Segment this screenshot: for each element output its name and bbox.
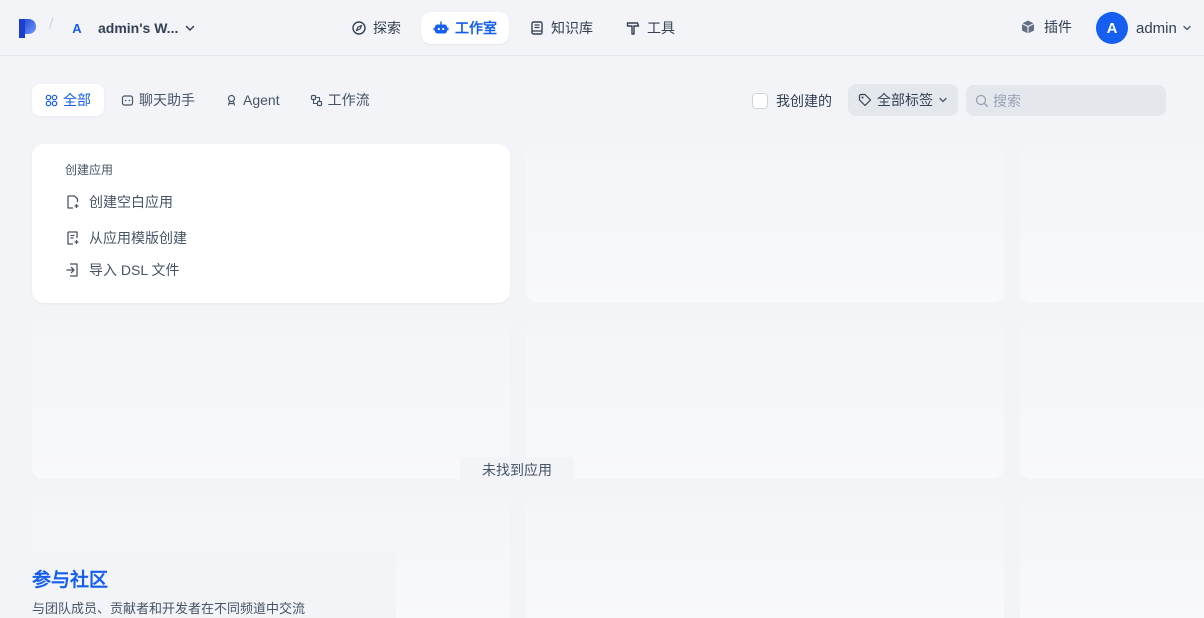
created-by-me-checkbox[interactable] xyxy=(752,93,768,109)
create-app-title: 创建应用 xyxy=(65,163,114,177)
cube-icon xyxy=(1020,19,1036,35)
tag-filter-dropdown[interactable]: 全部标签 xyxy=(848,84,958,116)
nav-label: 工作室 xyxy=(455,20,497,36)
created-by-me-filter[interactable]: 我创建的 xyxy=(752,91,832,111)
tag-icon xyxy=(858,93,872,107)
nav-label: 探索 xyxy=(373,20,401,36)
compass-icon xyxy=(351,20,367,36)
user-name: admin xyxy=(1136,19,1177,37)
create-item-label: 导入 DSL 文件 xyxy=(89,262,180,278)
plugins-button[interactable]: 插件 xyxy=(1020,17,1072,37)
placeholder-card xyxy=(32,320,510,479)
create-item-label: 创建空白应用 xyxy=(89,194,173,210)
workspace-name: admin's W... xyxy=(98,20,179,36)
tab-label: Agent xyxy=(243,92,280,108)
community-description: 与团队成员、贡献者和开发者在不同频道中交流 xyxy=(32,601,306,616)
plugins-label: 插件 xyxy=(1044,19,1072,35)
tab-label: 工作流 xyxy=(327,92,370,108)
nav-label: 工具 xyxy=(647,20,675,36)
chevron-down-icon xyxy=(938,95,948,105)
placeholder-card xyxy=(526,320,1004,479)
grid-icon xyxy=(45,94,58,107)
search-icon xyxy=(975,94,989,108)
user-menu[interactable]: A admin xyxy=(1096,12,1192,44)
search-box xyxy=(966,85,1166,116)
tag-filter-label: 全部标签 xyxy=(877,92,933,108)
placeholder-card xyxy=(1020,496,1204,618)
workflow-icon xyxy=(310,94,323,107)
chevron-down-icon xyxy=(184,22,196,34)
robot-icon xyxy=(433,20,449,36)
tab-chat-assistant[interactable]: 聊天助手 xyxy=(108,84,208,116)
tab-workflow[interactable]: 工作流 xyxy=(297,84,383,116)
import-dsl-button[interactable]: 导入 DSL 文件 xyxy=(65,258,510,282)
tab-label: 全部 xyxy=(63,92,91,108)
breadcrumb-separator: / xyxy=(49,16,54,33)
create-item-label: 从应用模版创建 xyxy=(89,230,187,246)
main-nav: 探索 工作室 知识库 工具 xyxy=(339,12,687,44)
nav-explore[interactable]: 探索 xyxy=(339,12,413,44)
placeholder-card xyxy=(1020,320,1204,479)
top-header: / A admin's W... 探索 工作室 知识库 工具 插件 A admi… xyxy=(0,0,1204,56)
create-from-template-button[interactable]: 从应用模版创建 xyxy=(65,226,510,250)
nav-label: 知识库 xyxy=(551,20,593,36)
placeholder-card xyxy=(1020,144,1204,303)
nav-tools[interactable]: 工具 xyxy=(613,12,687,44)
empty-state-text: 未找到应用 xyxy=(460,457,574,483)
placeholder-card xyxy=(526,496,1004,618)
chevron-down-icon xyxy=(1182,23,1192,33)
create-blank-app-button[interactable]: 创建空白应用 xyxy=(65,190,510,214)
tab-all[interactable]: 全部 xyxy=(32,84,104,116)
create-app-card: 创建应用 创建空白应用 从应用模版创建 导入 DSL 文件 xyxy=(32,144,510,303)
workspace-avatar: A xyxy=(72,20,82,36)
community-banner: 参与社区 与团队成员、贡献者和开发者在不同频道中交流 xyxy=(32,551,396,618)
file-plus-icon xyxy=(65,194,81,210)
tab-label: 聊天助手 xyxy=(139,92,195,108)
avatar: A xyxy=(1096,12,1128,44)
import-icon xyxy=(65,262,81,278)
nav-knowledge[interactable]: 知识库 xyxy=(517,12,605,44)
book-icon xyxy=(529,20,545,36)
logo-icon[interactable] xyxy=(17,17,39,39)
placeholder-card xyxy=(526,144,1004,303)
agent-icon xyxy=(225,94,238,107)
workspace-selector[interactable]: A admin's W... xyxy=(66,13,196,43)
community-title: 参与社区 xyxy=(32,570,109,591)
hammer-icon xyxy=(625,20,641,36)
search-input[interactable] xyxy=(993,92,1153,109)
created-by-me-label: 我创建的 xyxy=(776,93,832,109)
app-type-tabs: 全部 聊天助手 Agent 工作流 xyxy=(32,84,383,116)
chat-icon xyxy=(121,94,134,107)
template-icon xyxy=(65,230,81,246)
nav-studio[interactable]: 工作室 xyxy=(421,12,509,44)
tab-agent[interactable]: Agent xyxy=(212,84,293,116)
